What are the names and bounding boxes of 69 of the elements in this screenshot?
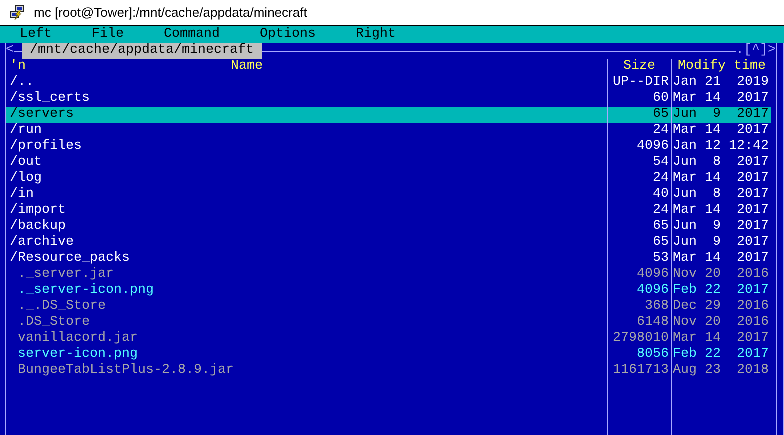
file-date: Jun 9 2017 xyxy=(671,107,771,123)
file-date: Jun 8 2017 xyxy=(671,155,771,171)
window-title: mc [root@Tower]:/mnt/cache/appdata/minecraft xyxy=(34,5,308,20)
file-date: Feb 22 2017 xyxy=(671,347,771,363)
file-date: Jan 21 2019 xyxy=(671,75,771,91)
file-name[interactable]: /out xyxy=(6,155,607,171)
file-name[interactable]: /Resource_packs xyxy=(6,251,607,267)
file-name[interactable]: /.. xyxy=(6,75,607,91)
file-name[interactable]: /import xyxy=(6,203,607,219)
file-size: 2798010 xyxy=(607,331,671,347)
file-name[interactable]: /log xyxy=(6,171,607,187)
file-name[interactable]: /run xyxy=(6,123,607,139)
file-size: 54 xyxy=(607,155,671,171)
file-name[interactable]: ._server.jar xyxy=(6,267,607,283)
file-size: 4096 xyxy=(607,267,671,283)
file-size: 4096 xyxy=(607,283,671,299)
file-date: Mar 14 2017 xyxy=(671,203,771,219)
panel-left-marker[interactable]: < xyxy=(6,43,14,59)
file-name[interactable]: /backup xyxy=(6,219,607,235)
file-date: Jun 9 2017 xyxy=(671,219,771,235)
menu-item[interactable]: Command xyxy=(164,26,220,42)
file-date: Mar 14 2017 xyxy=(671,251,771,267)
file-size: 65 xyxy=(607,235,671,251)
file-size: 65 xyxy=(607,219,671,235)
file-size: 8056 xyxy=(607,347,671,363)
file-date: Mar 14 2017 xyxy=(671,123,771,139)
file-name[interactable]: ._.DS_Store xyxy=(6,299,607,315)
file-size: 53 xyxy=(607,251,671,267)
file-size: 40 xyxy=(607,187,671,203)
column-header[interactable]: Modify time xyxy=(678,59,766,74)
file-name[interactable]: vanillacord.jar xyxy=(6,331,607,347)
file-size: 65 xyxy=(607,107,671,123)
file-date: Jun 8 2017 xyxy=(671,187,771,203)
file-name[interactable]: /servers xyxy=(6,107,607,123)
menu-item[interactable]: File xyxy=(92,26,124,42)
file-name[interactable]: /profiles xyxy=(6,139,607,155)
file-date: Jun 9 2017 xyxy=(671,235,771,251)
file-name[interactable]: /archive xyxy=(6,235,607,251)
file-date: Feb 22 2017 xyxy=(671,283,771,299)
file-date: Nov 20 2016 xyxy=(671,315,771,331)
file-size: 1161713 xyxy=(607,363,671,379)
file-size: 24 xyxy=(607,203,671,219)
file-size: 4096 xyxy=(607,139,671,155)
file-size: 6148 xyxy=(607,315,671,331)
menu-item[interactable]: Right xyxy=(356,26,396,42)
file-date: Aug 23 2018 xyxy=(671,363,771,379)
file-date: Mar 14 2017 xyxy=(671,171,771,187)
file-size: 24 xyxy=(607,123,671,139)
file-name[interactable]: /ssl_certs xyxy=(6,91,607,107)
column-header[interactable]: Size xyxy=(624,59,656,74)
file-name[interactable]: BungeeTabListPlus-2.8.9.jar xyxy=(6,363,607,379)
file-date: Dec 29 2016 xyxy=(671,299,771,315)
computer-icon xyxy=(10,4,26,20)
panel-path: /mnt/cache/appdata/minecraft xyxy=(22,43,262,59)
file-date: Nov 20 2016 xyxy=(671,267,771,283)
menu-item[interactable]: Options xyxy=(260,26,316,42)
file-name[interactable]: server-icon.png xyxy=(6,347,607,363)
file-name[interactable]: .DS_Store xyxy=(6,315,607,331)
sort-indicator[interactable]: 'n xyxy=(10,59,26,75)
column-header[interactable]: Name xyxy=(231,59,263,75)
panel-right-marker[interactable]: .[^]> xyxy=(736,43,776,59)
file-date: Jan 12 12:42 xyxy=(671,139,771,155)
file-size: UP--DIR xyxy=(607,75,671,91)
file-size: 368 xyxy=(607,299,671,315)
menu-item[interactable]: Left xyxy=(20,26,52,42)
file-date: Mar 14 2017 xyxy=(671,331,771,347)
file-size: 24 xyxy=(607,171,671,187)
file-name[interactable]: /in xyxy=(6,187,607,203)
file-name[interactable]: ._server-icon.png xyxy=(6,283,607,299)
